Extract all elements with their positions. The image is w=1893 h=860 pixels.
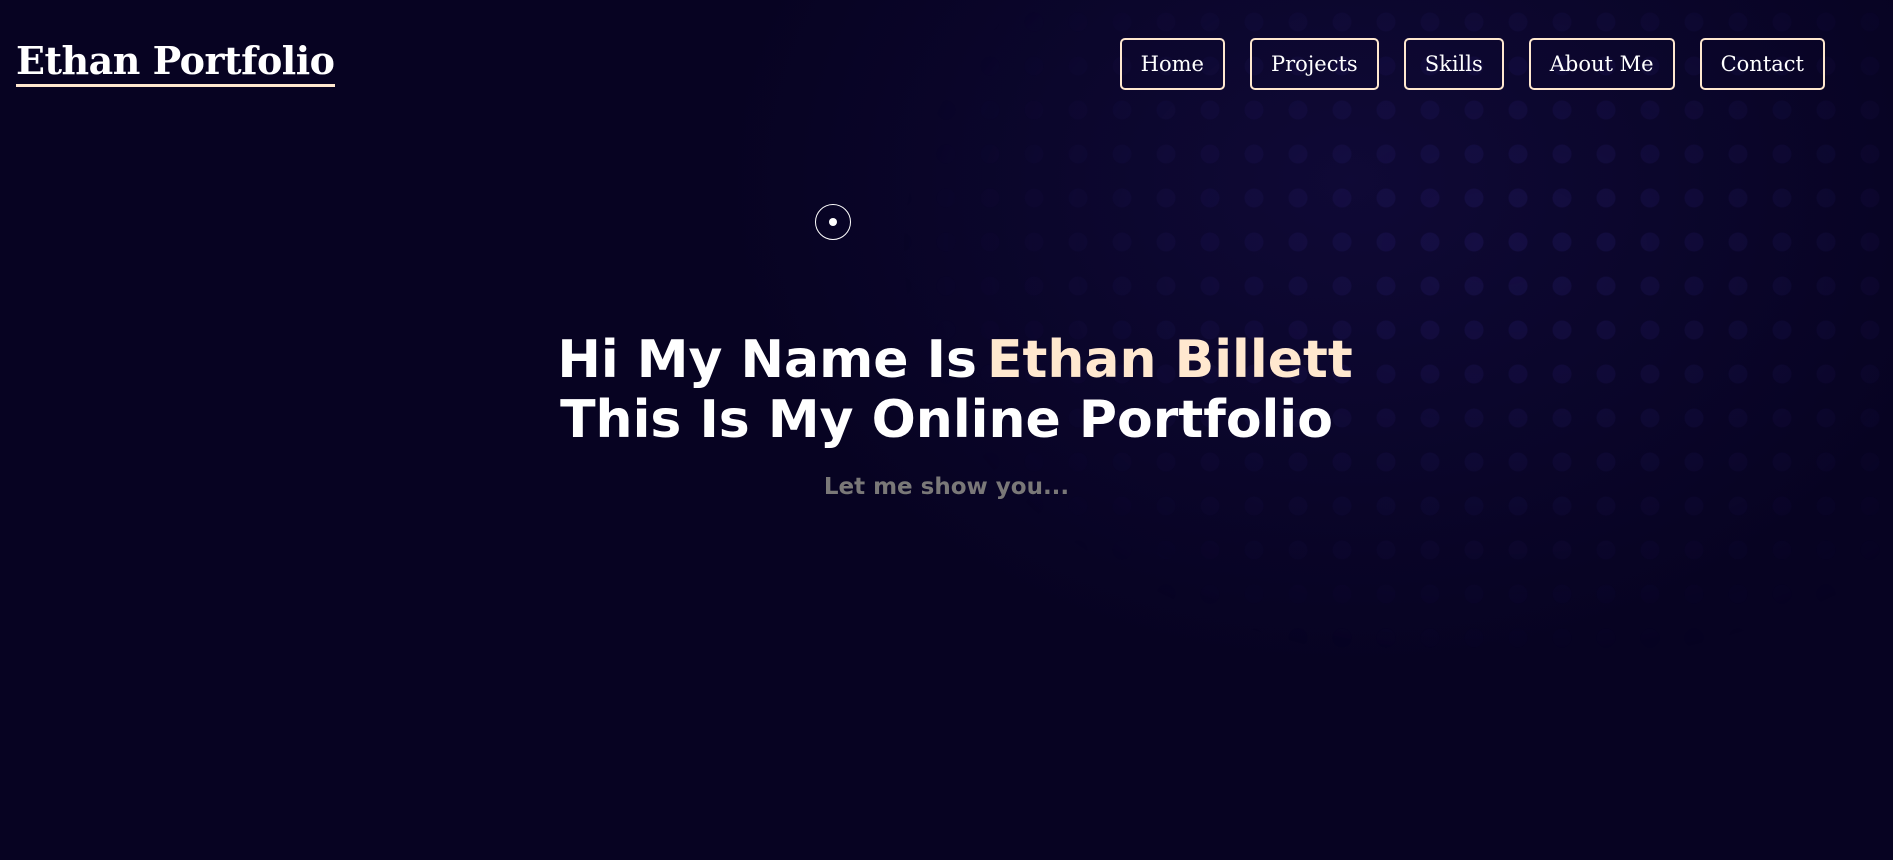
nav-about-me-button[interactable]: About Me	[1528, 38, 1675, 90]
nav-skills-button[interactable]: Skills	[1403, 38, 1504, 90]
main-nav: Home Projects Skills About Me Contact	[1119, 38, 1825, 90]
hero-subtitle: Let me show you...	[823, 474, 1070, 500]
nav-home-button[interactable]: Home	[1119, 38, 1225, 90]
hero-intro-text: Hi My Name Is	[557, 330, 977, 390]
hero-heading-line-2: This Is My Online Portfolio	[560, 390, 1333, 450]
nav-projects-button[interactable]: Projects	[1249, 38, 1379, 90]
hero-section: Hi My Name Is Ethan Billett This Is My On…	[0, 330, 1893, 500]
custom-cursor-dot-icon	[829, 218, 837, 226]
hero-heading-line-1: Hi My Name Is Ethan Billett	[0, 330, 1893, 390]
nav-contact-button[interactable]: Contact	[1699, 38, 1825, 90]
hero-name: Ethan Billett	[986, 330, 1353, 390]
site-title[interactable]: Ethan Portfolio	[16, 38, 335, 87]
